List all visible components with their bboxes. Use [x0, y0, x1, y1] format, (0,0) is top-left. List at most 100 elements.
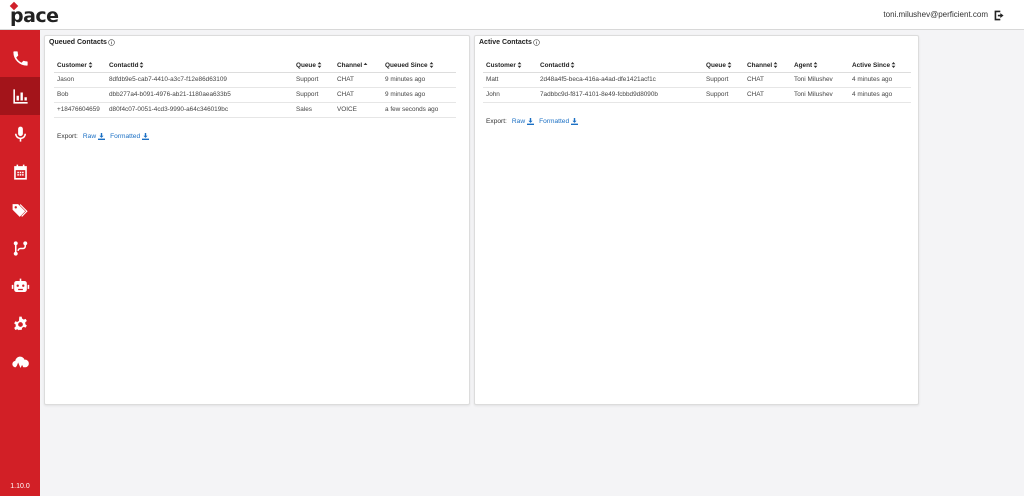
cell-channel: CHAT [334, 87, 382, 103]
nav-analytics[interactable] [0, 77, 40, 115]
column-header-active-since[interactable]: Active Since [849, 59, 911, 73]
queued-contacts-table: Customer ContactId Queue Channel Queued … [54, 59, 456, 118]
cell-channel: CHAT [334, 72, 382, 88]
top-bar: pace toni.milushev@perficient.com [0, 0, 1024, 30]
info-icon[interactable] [533, 39, 540, 46]
cell-channel: VOICE [334, 102, 382, 118]
nav-tags[interactable] [0, 191, 40, 229]
pace-logo[interactable]: pace [9, 1, 59, 27]
column-header-customer[interactable]: Customer [483, 59, 537, 73]
robot-icon [11, 278, 29, 292]
table-row[interactable]: +18476604659 d80f4c07-0051-4cd3-9990-a64… [54, 102, 456, 118]
column-header-contactid[interactable]: ContactId [106, 59, 293, 73]
queued-contacts-panel: Queued Contacts Customer ContactId Queue… [44, 35, 470, 405]
cell-contactid: 2d48a4f5-beca-416a-a4ad-dfe1421acf1c [537, 72, 703, 88]
column-header-customer[interactable]: Customer [54, 59, 106, 73]
nav-health[interactable] [0, 343, 40, 381]
table-row[interactable]: Bob dbb277a4-b091-4976-ab21-1180aea633b5… [54, 87, 456, 103]
queued-export: Export: Raw Formatted [57, 133, 150, 140]
download-icon [571, 118, 579, 125]
sort-icon [727, 61, 732, 68]
cell-queued-since: 9 minutes ago [382, 87, 456, 103]
cloud-pulse-icon [11, 356, 29, 368]
export-formatted-link[interactable]: Formatted [110, 133, 150, 140]
active-contacts-table: Customer ContactId Queue Channel Agent A… [483, 59, 911, 103]
sort-icon [773, 61, 778, 68]
download-icon [527, 118, 535, 125]
column-header-contactid[interactable]: ContactId [537, 59, 703, 73]
nav-recordings[interactable] [0, 115, 40, 153]
cell-channel: CHAT [744, 72, 791, 88]
gear-icon [13, 316, 27, 330]
panel-title-text: Queued Contacts [49, 39, 107, 46]
nav-bots[interactable] [0, 267, 40, 305]
sort-icon [891, 61, 896, 68]
cell-active-since: 4 minutes ago [849, 87, 911, 103]
sort-icon [813, 61, 818, 68]
column-header-channel[interactable]: Channel [334, 59, 382, 73]
cell-active-since: 4 minutes ago [849, 72, 911, 88]
sort-icon [517, 61, 522, 68]
column-header-agent[interactable]: Agent [791, 59, 849, 73]
branch-icon [13, 240, 27, 256]
cell-queue: Support [703, 72, 744, 88]
table-row[interactable]: Jason 8dfdb9e5-cab7-4410-a3c7-f12e86d631… [54, 72, 456, 88]
column-header-queued-since[interactable]: Queued Since [382, 59, 456, 73]
cell-queue: Support [293, 87, 334, 103]
calendar-icon [13, 164, 27, 180]
cell-contactid: 7adbbc9d-f817-4101-8e49-fcbbd9d8090b [537, 87, 703, 103]
phone-icon [12, 50, 28, 66]
cell-channel: CHAT [744, 87, 791, 103]
cell-customer: Jason [54, 72, 106, 88]
cell-queued-since: a few seconds ago [382, 102, 456, 118]
nav-settings[interactable] [0, 305, 40, 343]
export-raw-link[interactable]: Raw [512, 118, 535, 125]
cell-agent: Toni Milushev [791, 72, 849, 88]
column-header-channel[interactable]: Channel [744, 59, 791, 73]
tags-icon [12, 203, 28, 217]
nav-calendar[interactable] [0, 153, 40, 191]
sort-asc-icon [363, 62, 368, 65]
cell-customer: Matt [483, 72, 537, 88]
active-export: Export: Raw Formatted [486, 118, 579, 125]
bar-chart-icon [12, 88, 28, 104]
sort-icon [429, 61, 433, 68]
sort-icon [317, 61, 322, 68]
logo-text: pace [10, 5, 59, 27]
cell-queue: Support [293, 72, 334, 88]
column-header-queue[interactable]: Queue [703, 59, 744, 73]
sidebar: 1.10.0 [0, 30, 40, 496]
user-email: toni.milushev@perficient.com [883, 10, 988, 19]
nav-phone[interactable] [0, 39, 40, 77]
table-row[interactable]: Matt 2d48a4f5-beca-416a-a4ad-dfe1421acf1… [483, 72, 911, 88]
export-label: Export: [486, 118, 507, 125]
sort-icon [140, 61, 144, 68]
panel-title-text: Active Contacts [479, 39, 532, 46]
export-raw-link[interactable]: Raw [83, 133, 106, 140]
nav-routing[interactable] [0, 229, 40, 267]
cell-customer: +18476604659 [54, 102, 106, 118]
microphone-icon [14, 126, 26, 142]
download-icon [142, 133, 150, 140]
table-header-row: Customer ContactId Queue Channel Queued … [54, 59, 456, 73]
column-header-queue[interactable]: Queue [293, 59, 334, 73]
table-row[interactable]: John 7adbbc9d-f817-4101-8e49-fcbbd9d8090… [483, 87, 911, 103]
table-header-row: Customer ContactId Queue Channel Agent A… [483, 59, 911, 73]
cell-customer: John [483, 87, 537, 103]
queued-contacts-title: Queued Contacts [49, 39, 115, 46]
cell-contactid: 8dfdb9e5-cab7-4410-a3c7-f12e86d63109 [106, 72, 293, 88]
cell-contactid: dbb277a4-b091-4976-ab21-1180aea633b5 [106, 87, 293, 103]
cell-queued-since: 9 minutes ago [382, 72, 456, 88]
sort-icon [571, 61, 575, 68]
logout-icon[interactable] [993, 9, 1006, 22]
active-contacts-panel: Active Contacts Customer ContactId Queue… [474, 35, 919, 405]
cell-queue: Sales [293, 102, 334, 118]
cell-agent: Toni Milushev [791, 87, 849, 103]
app-version: 1.10.0 [10, 483, 30, 490]
export-formatted-link[interactable]: Formatted [539, 118, 579, 125]
export-label: Export: [57, 133, 78, 140]
cell-customer: Bob [54, 87, 106, 103]
cell-queue: Support [703, 87, 744, 103]
info-icon[interactable] [108, 39, 115, 46]
sort-icon [88, 61, 93, 68]
